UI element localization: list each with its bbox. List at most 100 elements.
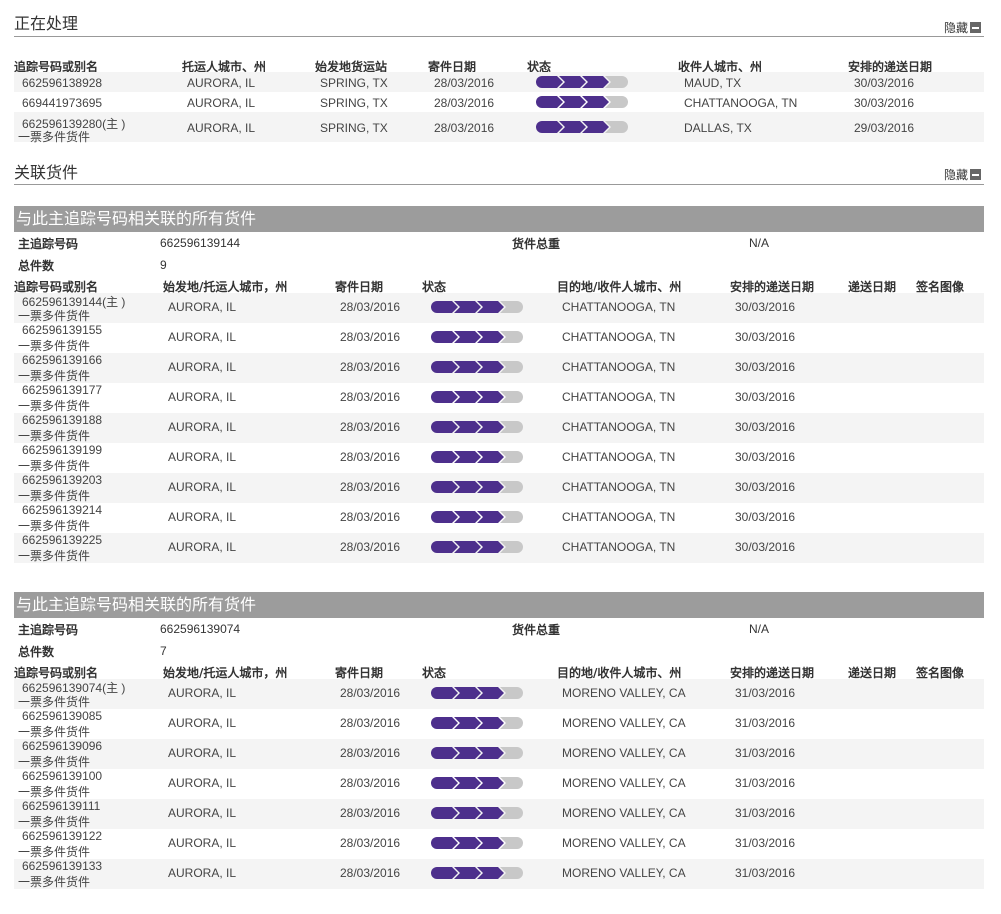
table-row[interactable]: 662596139133 一票多件货件 AURORA, IL 28/03/2016 MO… (14, 859, 984, 889)
destination-city: MORENO VALLEY, CA (562, 746, 686, 760)
progress-segment (431, 511, 458, 523)
progress-segment (477, 391, 504, 403)
ship-date: 28/03/2016 (340, 686, 401, 700)
collapse-minus-icon (970, 22, 981, 33)
tracking-number-link[interactable]: 662596139100 (22, 769, 102, 783)
tracking-number-link[interactable]: 662596139214 (22, 503, 102, 517)
origin-city: AURORA, IL (168, 450, 237, 464)
table-row[interactable]: 662596139096 一票多件货件 AURORA, IL 28/03/2016 MO… (14, 739, 984, 769)
origin-city: AURORA, IL (168, 480, 237, 494)
status-progress-bar (536, 121, 628, 133)
table-row[interactable]: 662596139203 一票多件货件 AURORA, IL 28/03/2016 CH… (14, 473, 984, 503)
ship-date: 28/03/2016 (340, 836, 401, 850)
tracking-number-link[interactable]: 662596139166 (22, 353, 102, 367)
status-progress-bar (431, 301, 523, 313)
table-row[interactable]: 662596138928 AURORA, IL SPRING, TX 28/03/20… (14, 72, 984, 92)
tracking-number-link[interactable]: 662596139225 (22, 533, 102, 547)
multi-piece-label: 一票多件货件 (18, 785, 91, 799)
tracking-number-link[interactable]: 662596139177 (22, 383, 102, 397)
table-row[interactable]: 662596139188 一票多件货件 AURORA, IL 28/03/2016 CH… (14, 413, 984, 443)
status-progress-bar (431, 391, 523, 403)
tracking-number-link[interactable]: 662596139122 (22, 829, 102, 843)
ship-date: 28/03/2016 (340, 746, 401, 760)
status-progress-bar (431, 687, 523, 699)
ship-date: 28/03/2016 (434, 76, 495, 90)
scheduled-delivery-date: 30/03/2016 (735, 540, 796, 554)
multi-piece-label: 一票多件货件 (18, 725, 91, 739)
table-row[interactable]: 669441973695 AURORA, IL SPRING, TX 28/03/20… (14, 92, 984, 112)
tracking-number-link[interactable]: 662596139133 (22, 859, 102, 873)
multi-piece-label: 一票多件货件 (18, 845, 91, 859)
table-row[interactable]: 662596139085 一票多件货件 AURORA, IL 28/03/2016 MO… (14, 709, 984, 739)
scheduled-delivery-date: 31/03/2016 (735, 746, 796, 760)
origin-city: AURORA, IL (168, 836, 237, 850)
status-progress-bar (431, 867, 523, 879)
tracking-number-link[interactable]: 662596139199 (22, 443, 102, 457)
progress-segment (454, 421, 481, 433)
table-row[interactable]: 662596139214 一票多件货件 AURORA, IL 28/03/2016 CH… (14, 503, 984, 533)
origin-city: AURORA, IL (168, 806, 237, 820)
master-tracking-value: 662596139144 (160, 236, 241, 250)
master-tracking-value: 662596139074 (160, 622, 241, 636)
table-row[interactable]: 662596139122 一票多件货件 AURORA, IL 28/03/2016 MO… (14, 829, 984, 859)
status-progress-bar (431, 361, 523, 373)
master-tracking-label: 主追踪号码 (18, 237, 79, 251)
shipper-city: AURORA, IL (187, 96, 256, 110)
progress-segment (431, 451, 458, 463)
progress-segment (477, 301, 504, 313)
status-progress-bar (431, 807, 523, 819)
progress-segment (477, 541, 504, 553)
tracking-number-link[interactable]: 662596139203 (22, 473, 102, 487)
destination-city: CHATTANOOGA, TN (562, 360, 676, 374)
table-row[interactable]: 662596139111 一票多件货件 AURORA, IL 28/03/2016 MO… (14, 799, 984, 829)
progress-segment (477, 747, 504, 759)
origin-station: SPRING, TX (320, 96, 388, 110)
processing-hide-button[interactable]: 隐藏 (944, 19, 981, 36)
origin-city: AURORA, IL (168, 716, 237, 730)
table-row[interactable]: 662596139199 一票多件货件 AURORA, IL 28/03/2016 CH… (14, 443, 984, 473)
scheduled-delivery-date: 30/03/2016 (735, 390, 796, 404)
progress-segment (582, 76, 609, 88)
progress-segment (454, 687, 481, 699)
ship-date: 28/03/2016 (434, 121, 495, 135)
progress-segment (454, 777, 481, 789)
destination-city: CHATTANOOGA, TN (562, 510, 676, 524)
scheduled-delivery-date: 31/03/2016 (735, 866, 796, 880)
progress-segment (559, 121, 586, 133)
origin-city: AURORA, IL (168, 360, 237, 374)
origin-city: AURORA, IL (168, 866, 237, 880)
progress-segment (454, 481, 481, 493)
tracking-number-link[interactable]: 662596138928 (22, 76, 102, 90)
status-progress-bar (431, 837, 523, 849)
tracking-number-link[interactable]: 662596139085 (22, 709, 102, 723)
tracking-number-link[interactable]: 662596139155 (22, 323, 102, 337)
progress-segment (454, 747, 481, 759)
scheduled-delivery-date: 30/03/2016 (735, 510, 796, 524)
progress-segment (431, 331, 458, 343)
table-row[interactable]: 662596139074(主 ) 一票多件货件 AURORA, IL 28/03/20… (14, 679, 984, 709)
table-row[interactable]: 662596139100 一票多件货件 AURORA, IL 28/03/2016 MO… (14, 769, 984, 799)
tracking-number-link[interactable]: 662596139111 (22, 799, 100, 813)
tracking-number-link[interactable]: 669441973695 (22, 96, 102, 110)
tracking-number-link[interactable]: 662596139096 (22, 739, 102, 753)
multi-piece-label: 一票多件货件 (18, 815, 91, 829)
origin-station: SPRING, TX (320, 76, 388, 90)
total-pieces-label: 总件数 (18, 259, 55, 273)
table-row[interactable]: 662596139225 一票多件货件 AURORA, IL 28/03/2016 CH… (14, 533, 984, 563)
table-row[interactable]: 662596139144(主 ) 一票多件货件 AURORA, IL 28/03/20… (14, 293, 984, 323)
origin-city: AURORA, IL (168, 746, 237, 760)
table-row[interactable]: 662596139155 一票多件货件 AURORA, IL 28/03/2016 CH… (14, 323, 984, 353)
destination-city: MORENO VALLEY, CA (562, 866, 686, 880)
ship-date: 28/03/2016 (434, 96, 495, 110)
related-hide-button[interactable]: 隐藏 (944, 166, 981, 183)
progress-segment (536, 96, 563, 108)
multi-piece-label: 一票多件货件 (18, 309, 91, 323)
collapse-minus-icon (970, 169, 981, 180)
table-row[interactable]: 662596139280(主 ) 一票多件货件 AURORA, IL SPRING, … (14, 112, 984, 144)
tracking-number-link[interactable]: 662596139188 (22, 413, 102, 427)
progress-segment (454, 391, 481, 403)
table-row[interactable]: 662596139177 一票多件货件 AURORA, IL 28/03/2016 CH… (14, 383, 984, 413)
ship-date: 28/03/2016 (340, 450, 401, 464)
table-row[interactable]: 662596139166 一票多件货件 AURORA, IL 28/03/2016 CH… (14, 353, 984, 383)
recipient-city: DALLAS, TX (684, 121, 752, 135)
